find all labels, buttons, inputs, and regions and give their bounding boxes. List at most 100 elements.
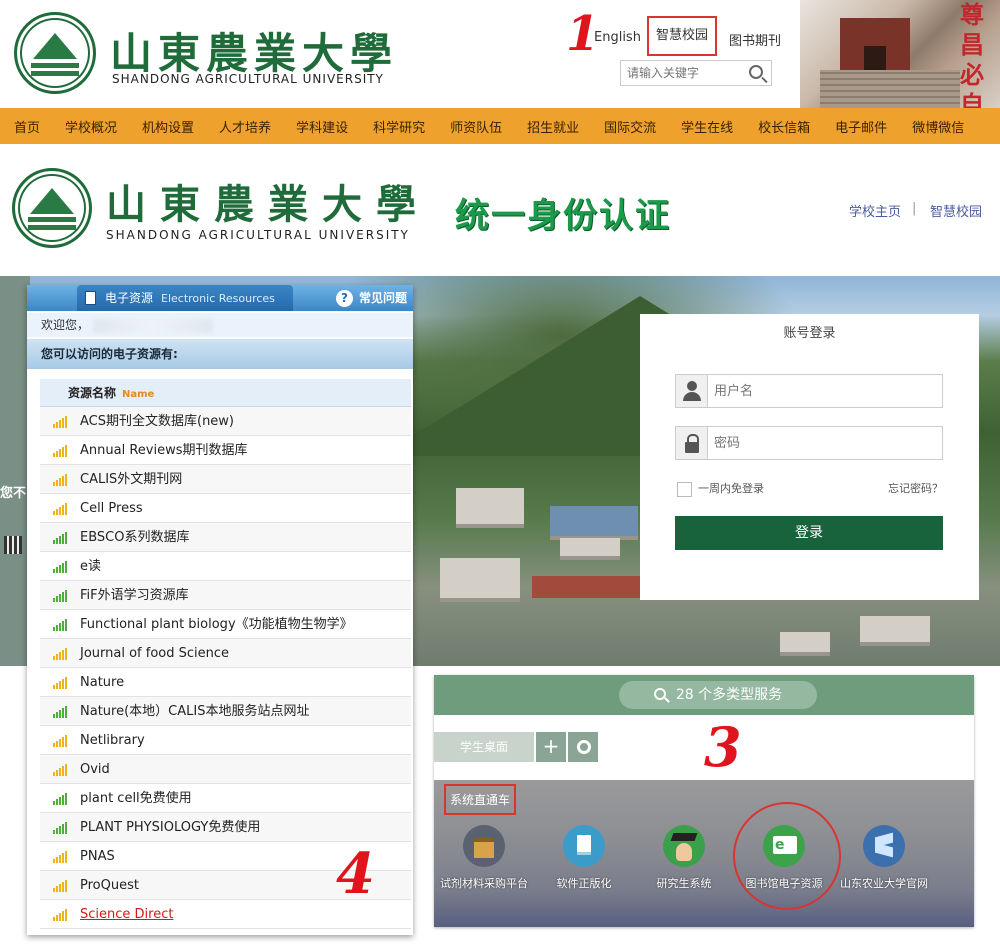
faq-tab[interactable]: ? 常见问题: [335, 285, 407, 311]
services-search-pill[interactable]: 28 个多类型服务: [619, 681, 817, 709]
signal-bars-icon: [53, 821, 71, 834]
tab-eresources[interactable]: 电子资源 Electronic Resources: [77, 285, 293, 311]
resource-name[interactable]: Netlibrary: [80, 733, 145, 748]
nav-home[interactable]: 首页: [14, 117, 40, 136]
resource-row[interactable]: e读: [40, 552, 411, 581]
nav-departments[interactable]: 机构设置: [142, 117, 194, 136]
signal-bars-icon: [53, 763, 71, 776]
resource-name[interactable]: Journal of food Science: [80, 646, 229, 661]
nav-about[interactable]: 学校概况: [65, 117, 117, 136]
resource-row[interactable]: Netlibrary: [40, 726, 411, 755]
nav-international[interactable]: 国际交流: [604, 117, 656, 136]
search-icon[interactable]: [749, 65, 763, 79]
resource-row[interactable]: Cell Press: [40, 494, 411, 523]
resource-row[interactable]: Annual Reviews期刊数据库: [40, 436, 411, 465]
resource-name[interactable]: Nature(本地）CALIS本地服务站点网址: [80, 704, 309, 719]
resource-name[interactable]: FiF外语学习资源库: [80, 588, 189, 603]
left-page-edge: [0, 276, 30, 666]
resource-name[interactable]: Annual Reviews期刊数据库: [80, 443, 247, 458]
resource-name[interactable]: Nature: [80, 675, 124, 690]
welcome-text: 欢迎您，: [41, 318, 90, 332]
resource-name[interactable]: CALIS外文期刊网: [80, 472, 182, 487]
tab-student-desktop[interactable]: 学生桌面: [434, 732, 534, 762]
resource-row[interactable]: plant cell免费使用: [40, 784, 411, 813]
forgot-password-link[interactable]: 忘记密码？: [888, 480, 943, 496]
resource-name[interactable]: Science Direct: [80, 907, 173, 922]
resource-name[interactable]: ProQuest: [80, 878, 139, 893]
resource-name[interactable]: PNAS: [80, 849, 115, 864]
resource-name[interactable]: EBSCO系列数据库: [80, 530, 189, 545]
password-input[interactable]: [714, 427, 934, 459]
services-count-label: 28 个多类型服务: [675, 687, 783, 703]
login-title: 账号登录: [783, 326, 836, 341]
library-journals-link[interactable]: 图书期刊: [729, 30, 781, 49]
resource-name[interactable]: PLANT PHYSIOLOGY免费使用: [80, 820, 260, 835]
remember-me[interactable]: 一周内免登录: [677, 480, 764, 497]
signal-bars-icon: [53, 502, 71, 515]
remember-checkbox[interactable]: [677, 481, 692, 497]
lock-icon: [676, 427, 708, 459]
university-name-en: SHANDONG AGRICULTURAL UNIVERSITY: [112, 72, 384, 86]
add-desktop-button[interactable]: +: [536, 732, 566, 762]
resource-row[interactable]: Nature: [40, 668, 411, 697]
search-input[interactable]: [621, 61, 741, 85]
school-home-link[interactable]: 学校主页: [849, 201, 901, 220]
tab-eresources-sublabel: Electronic Resources: [161, 292, 275, 305]
app-label: 山东农业大学官网: [840, 877, 928, 890]
resource-row[interactable]: ACS期刊全文数据库(new): [40, 407, 411, 436]
resource-row[interactable]: FiF外语学习资源库: [40, 581, 411, 610]
app-software-licensing[interactable]: 软件正版化: [534, 825, 634, 891]
resource-name[interactable]: e读: [80, 559, 101, 574]
nav-weibo-wechat[interactable]: 微博微信: [912, 117, 964, 136]
login-button[interactable]: 登录: [675, 516, 943, 550]
app-reagent-purchase[interactable]: 试剂材料采购平台: [434, 825, 534, 891]
unified-auth-title: 统一身份认证: [455, 196, 671, 236]
campus-gate-photo: 尊昌必自: [800, 0, 1000, 119]
app-official-website[interactable]: 山东农业大学官网: [834, 825, 934, 891]
resource-row[interactable]: CALIS外文期刊网: [40, 465, 411, 494]
username-field: [675, 374, 943, 408]
resource-name[interactable]: Functional plant biology《功能植物生物学》: [80, 617, 353, 632]
signal-bars-icon: [53, 444, 71, 457]
dropbox-icon: [863, 825, 905, 867]
document-icon: [85, 291, 96, 305]
username-input[interactable]: [714, 375, 934, 407]
nav-education[interactable]: 人才培养: [219, 117, 271, 136]
resource-row[interactable]: Ovid: [40, 755, 411, 784]
settings-button[interactable]: [568, 732, 598, 762]
smart-campus-link-2[interactable]: 智慧校园: [930, 201, 982, 220]
english-link[interactable]: English: [594, 30, 641, 45]
nav-email[interactable]: 电子邮件: [835, 117, 887, 136]
nav-president-mailbox[interactable]: 校长信箱: [758, 117, 810, 136]
nav-disciplines[interactable]: 学科建设: [296, 117, 348, 136]
site-search: [620, 60, 772, 86]
left-clipped-text: 您不: [0, 486, 27, 501]
search-icon: [653, 688, 666, 700]
resource-name[interactable]: Cell Press: [80, 501, 143, 516]
nav-admissions[interactable]: 招生就业: [527, 117, 579, 136]
nav-students[interactable]: 学生在线: [681, 117, 733, 136]
resource-name[interactable]: ACS期刊全文数据库(new): [80, 414, 234, 429]
app-label: 研究生系统: [656, 877, 712, 890]
resource-name[interactable]: Ovid: [80, 762, 110, 777]
university-seal-logo[interactable]: [14, 12, 96, 94]
eresources-panel: 电子资源 Electronic Resources ? 常见问题 欢迎您， 您可以访…: [27, 285, 413, 935]
resource-row[interactable]: PLANT PHYSIOLOGY免费使用: [40, 813, 411, 842]
blurred-username: [93, 318, 214, 333]
resource-row[interactable]: Nature(本地）CALIS本地服务站点网址: [40, 697, 411, 726]
resource-table-header: 资源名称 Name: [40, 379, 411, 407]
nav-research[interactable]: 科学研究: [373, 117, 425, 136]
graduate-icon: [663, 825, 705, 867]
nav-faculty[interactable]: 师资队伍: [450, 117, 502, 136]
signal-bars-icon: [53, 473, 71, 486]
qr-code-icon[interactable]: [4, 536, 22, 554]
resource-name[interactable]: plant cell免费使用: [80, 791, 192, 806]
resource-row[interactable]: Journal of food Science: [40, 639, 411, 668]
smart-campus-link[interactable]: 智慧校园: [647, 16, 718, 56]
resource-row[interactable]: Functional plant biology《功能植物生物学》: [40, 610, 411, 639]
auth-university-name-en: SHANDONG AGRICULTURAL UNIVERSITY: [106, 228, 410, 242]
signal-bars-icon: [53, 850, 71, 863]
app-graduate-system[interactable]: 研究生系统: [634, 825, 734, 891]
column-header-name-en: Name: [122, 389, 155, 400]
resource-row[interactable]: EBSCO系列数据库: [40, 523, 411, 552]
